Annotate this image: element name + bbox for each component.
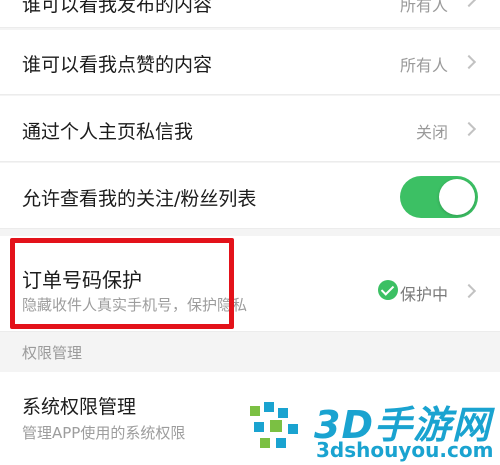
setting-subtitle: 隐藏收件人真实手机号，保护隐私 bbox=[22, 296, 248, 314]
watermark-logo-icon bbox=[250, 402, 298, 448]
setting-subtitle: 管理APP使用的系统权限 bbox=[22, 424, 186, 442]
setting-title: 允许查看我的关注/粉丝列表 bbox=[22, 188, 257, 210]
toggle-knob bbox=[439, 179, 475, 215]
section-header-permissions: 权限管理 bbox=[22, 344, 83, 362]
setting-row-follow-list: 允许查看我的关注/粉丝列表 bbox=[0, 163, 500, 229]
check-circle-icon bbox=[378, 280, 398, 300]
chevron-right-icon bbox=[461, 0, 477, 8]
setting-row-likes-visibility[interactable]: 谁可以看我点赞的内容 所有人 bbox=[0, 30, 500, 95]
setting-title: 系统权限管理 bbox=[22, 396, 137, 418]
setting-row-private-message[interactable]: 通过个人主页私信我 关闭 bbox=[0, 96, 500, 162]
setting-title: 通过个人主页私信我 bbox=[22, 121, 194, 143]
setting-row-order-number-protection[interactable]: 订单号码保护 隐藏收件人真实手机号，保护隐私 保护中 bbox=[0, 236, 500, 332]
chevron-right-icon bbox=[461, 283, 477, 299]
setting-title: 谁可以看我点赞的内容 bbox=[22, 54, 213, 76]
watermark: 3D手游网 3dshouyou.com bbox=[246, 396, 500, 465]
setting-value: 关闭 bbox=[415, 123, 448, 142]
watermark-url: 3dshouyou.com bbox=[316, 438, 494, 462]
setting-title: 谁可以看我发布的内容 bbox=[22, 0, 213, 16]
setting-title: 订单号码保护 bbox=[22, 268, 142, 292]
chevron-right-icon bbox=[461, 54, 477, 70]
setting-value: 保护中 bbox=[399, 285, 448, 304]
follow-list-toggle[interactable] bbox=[400, 176, 478, 218]
setting-value: 所有人 bbox=[399, 0, 448, 15]
setting-value: 所有人 bbox=[399, 56, 448, 75]
setting-row-content-visibility[interactable]: 谁可以看我发布的内容 所有人 bbox=[0, 0, 500, 28]
chevron-right-icon bbox=[461, 121, 477, 137]
